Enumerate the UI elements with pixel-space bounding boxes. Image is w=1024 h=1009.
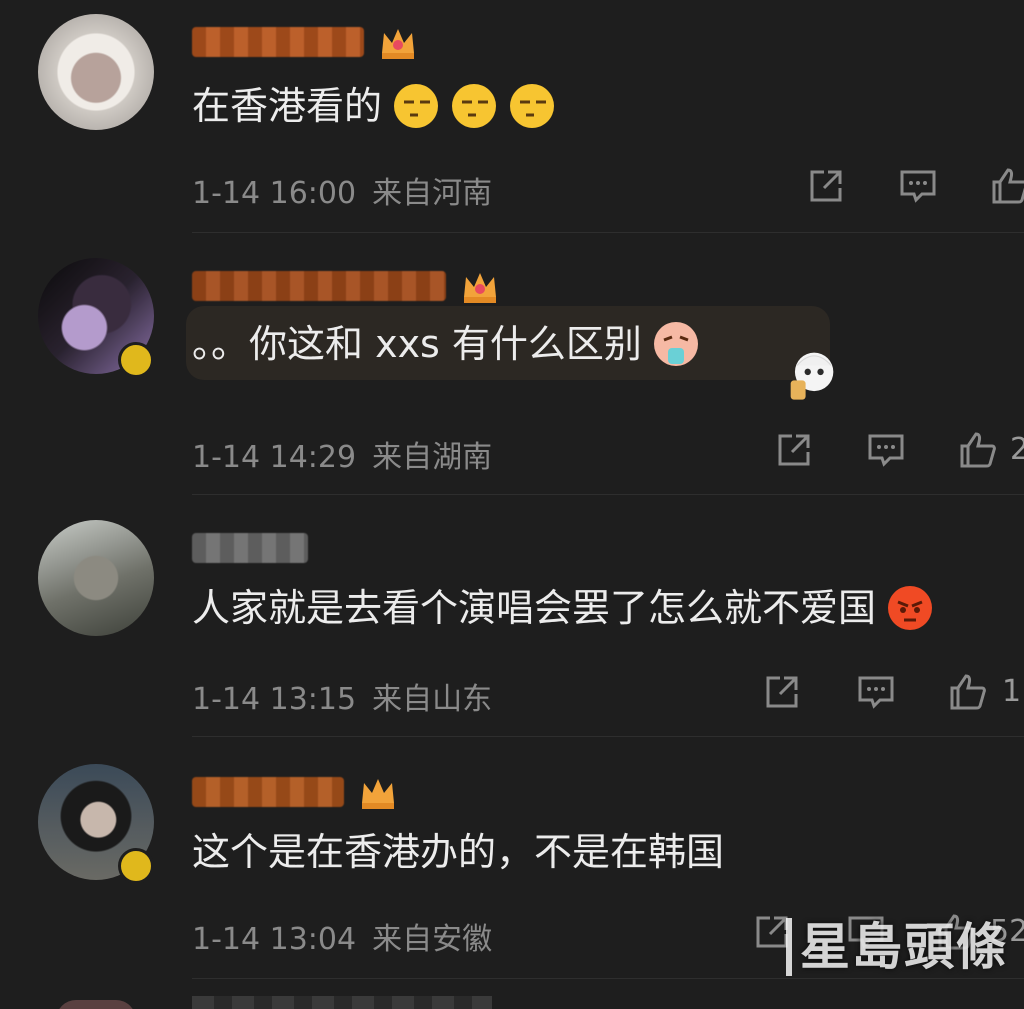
timestamp: 1-14 14:29 [192,440,357,475]
location: 来自安徽 [372,922,493,957]
share-button[interactable] [806,166,846,206]
divider [192,978,1024,979]
username[interactable] [192,22,418,62]
timestamp: 1-14 16:00 [192,176,357,211]
username[interactable] [192,266,500,306]
avatar[interactable] [38,14,154,130]
smirk-face-icon [394,84,439,128]
angry-face-icon [888,586,933,630]
comment-icon [900,170,936,203]
like-count: 1 [1002,674,1022,709]
location: 来自山东 [372,682,493,717]
thumbs-up-icon [960,432,996,468]
like-button[interactable] [958,430,998,470]
watermark-logo: 星島頭條 [786,918,1008,976]
crown-badge-icon [464,273,496,303]
verified-badge [118,342,154,378]
timestamp: 1-14 13:04 [192,922,357,957]
thumbs-up-icon [950,674,986,710]
smirk-face-icon [510,84,555,128]
comment-text: 人家就是去看个演唱会罢了怎么就不爱国 [192,584,934,632]
divider [192,736,1024,737]
share-icon [810,170,842,202]
smirk-face-icon [452,84,497,128]
reply-button[interactable] [856,672,896,712]
username[interactable] [192,528,308,568]
username[interactable] [192,996,492,1009]
sticker-icon [790,352,834,400]
comment-meta: 1-14 13:04 来自安徽 [192,914,492,958]
like-button[interactable] [948,672,988,712]
timestamp: 1-14 13:15 [192,682,357,717]
thumbs-up-icon [992,168,1024,204]
comment-meta: 1-14 14:29 来自湖南 [192,432,492,476]
avatar[interactable] [56,1000,136,1009]
comment-text: 在香港看的 [192,82,556,130]
comment-icon [868,434,904,467]
comment-meta: 1-14 16:00 来自河南 [192,168,492,212]
comment-text: 这个是在香港办的，不是在韩国 [192,830,725,874]
reply-button[interactable] [866,430,906,470]
divider [192,494,1024,495]
like-count: 2 [1010,432,1024,467]
share-icon [766,676,798,708]
location: 来自湖南 [372,440,493,475]
like-button[interactable] [990,166,1024,206]
crown-badge-icon [362,779,394,809]
share-button[interactable] [762,672,802,712]
share-icon [778,434,810,466]
crown-badge-icon [382,29,414,59]
comment-feed: 在香港看的 1-14 16:00 来自河南 。。你这和 xxs 有什么区别 1-… [0,0,1024,1009]
verified-badge [118,848,154,884]
comment-icon [858,676,894,709]
avatar[interactable] [38,520,154,636]
comment-text: 。。你这和 xxs 有什么区别 [192,320,700,368]
username[interactable] [192,772,398,812]
vomiting-face-icon [653,322,698,366]
location: 来自河南 [372,176,493,211]
share-button[interactable] [774,430,814,470]
divider [192,232,1024,233]
comment-meta: 1-14 13:15 来自山东 [192,674,492,718]
reply-button[interactable] [898,166,938,206]
